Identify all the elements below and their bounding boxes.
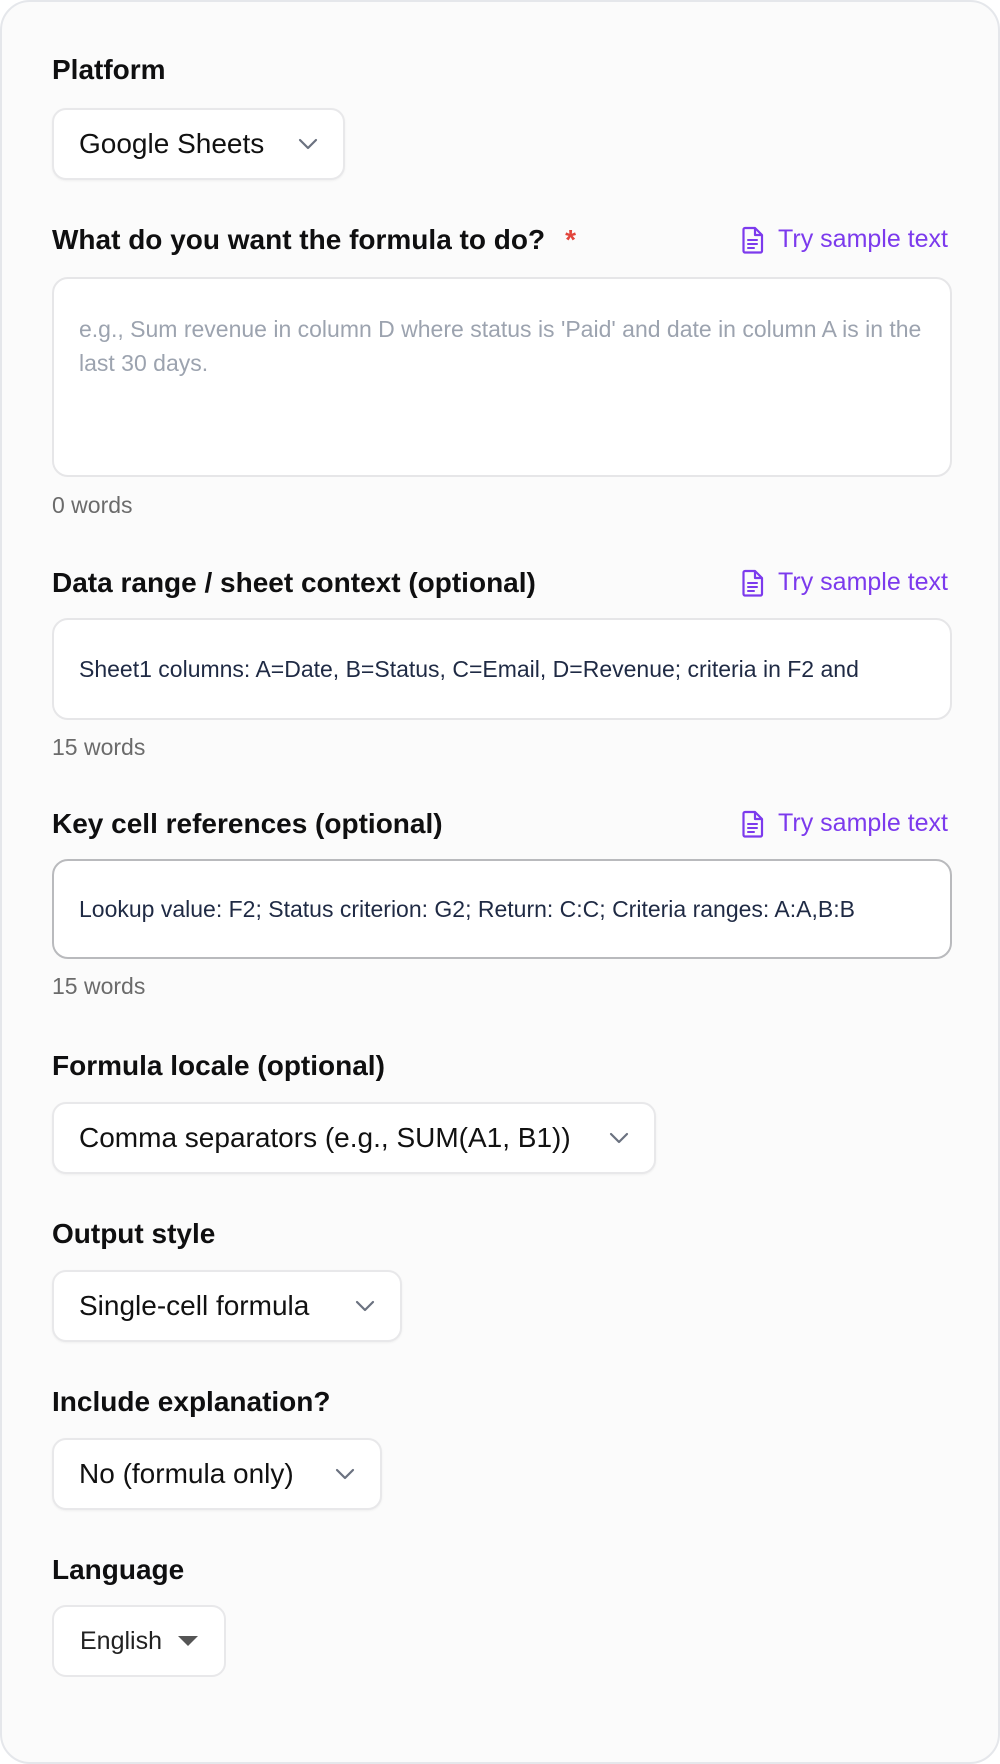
language-label: Language: [52, 1554, 185, 1585]
locale-select[interactable]: Comma separators (e.g., SUM(A1, B1)): [52, 1102, 656, 1174]
chevron-down-icon: [354, 1299, 376, 1313]
task-textarea[interactable]: e.g., Sum revenue in column D where stat…: [52, 277, 952, 477]
context-sample-link-text: Try sample text: [778, 568, 948, 596]
chevron-down-icon: [608, 1131, 630, 1145]
task-sample-link[interactable]: Try sample text: [740, 225, 948, 254]
context-input[interactable]: Sheet1 columns: A=Date, B=Status, C=Emai…: [52, 618, 952, 720]
document-icon: [742, 810, 764, 838]
caret-down-icon: [178, 1636, 198, 1646]
locale-label: Formula locale (optional): [52, 1050, 385, 1081]
language-select-value: English: [80, 1626, 162, 1655]
context-input-value: Sheet1 columns: A=Date, B=Status, C=Emai…: [79, 656, 859, 682]
task-label: What do you want the formula to do? *: [52, 224, 576, 256]
output-select[interactable]: Single-cell formula: [52, 1270, 402, 1342]
document-icon: [742, 226, 764, 254]
refs-label: Key cell references (optional): [52, 808, 443, 839]
explanation-select[interactable]: No (formula only): [52, 1438, 382, 1510]
refs-sample-link-text: Try sample text: [778, 809, 948, 837]
task-word-count: 0 words: [52, 492, 133, 518]
platform-label: Platform: [52, 54, 166, 85]
output-label: Output style: [52, 1218, 216, 1249]
explanation-select-value: No (formula only): [79, 1458, 294, 1489]
refs-input-value: Lookup value: F2; Status criterion: G2; …: [79, 896, 855, 922]
document-icon: [742, 569, 764, 597]
refs-word-count: 15 words: [52, 973, 146, 999]
context-label: Data range / sheet context (optional): [52, 567, 536, 598]
explanation-label: Include explanation?: [52, 1386, 331, 1417]
task-textarea-placeholder: e.g., Sum revenue in column D where stat…: [79, 316, 922, 376]
refs-input[interactable]: Lookup value: F2; Status criterion: G2; …: [52, 859, 952, 959]
refs-sample-link[interactable]: Try sample text: [740, 809, 948, 838]
context-word-count: 15 words: [52, 734, 146, 760]
locale-select-value: Comma separators (e.g., SUM(A1, B1)): [79, 1122, 571, 1153]
platform-select[interactable]: Google Sheets: [52, 108, 345, 180]
task-sample-link-text: Try sample text: [778, 225, 948, 253]
task-label-text: What do you want the formula to do?: [52, 224, 546, 255]
formula-form-card: Platform Google Sheets What do you want …: [0, 0, 1000, 1764]
language-select[interactable]: English: [52, 1605, 226, 1677]
chevron-down-icon: [297, 137, 319, 151]
platform-select-value: Google Sheets: [79, 128, 265, 159]
output-select-value: Single-cell formula: [79, 1290, 310, 1321]
chevron-down-icon: [334, 1467, 356, 1481]
context-sample-link[interactable]: Try sample text: [740, 568, 948, 597]
required-marker: *: [565, 224, 576, 255]
